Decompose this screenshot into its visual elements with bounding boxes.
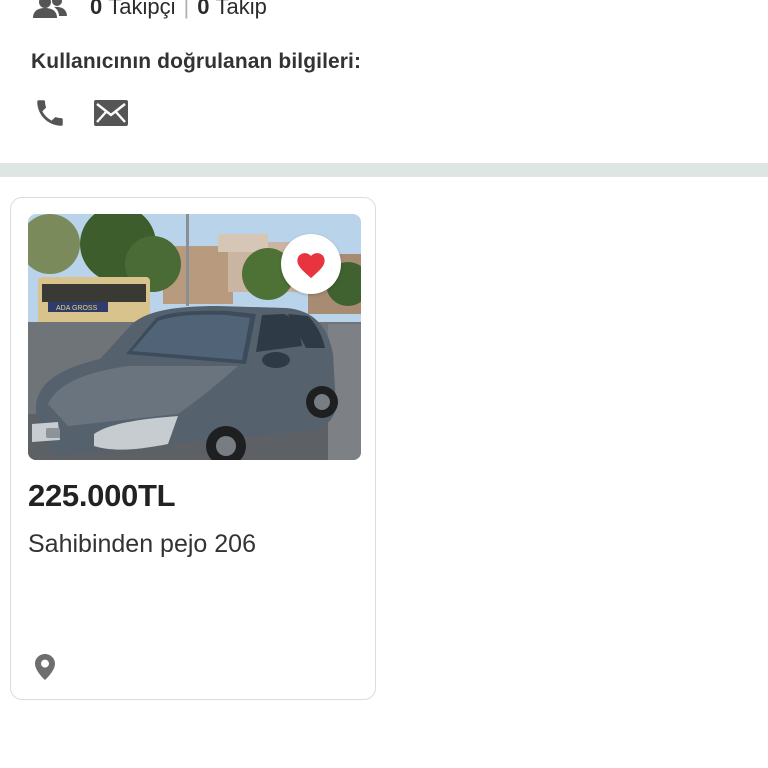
email-icon: [93, 99, 129, 127]
verified-info-icons: [33, 96, 155, 130]
followers-count: 0: [90, 0, 103, 19]
followers-label[interactable]: Takipçi: [108, 0, 175, 20]
section-divider: [0, 163, 768, 177]
users-icon: [32, 0, 68, 20]
following-count: 0: [197, 0, 210, 19]
following-label[interactable]: Takip: [215, 0, 266, 20]
listing-price: 225.000TL: [28, 478, 176, 513]
location-pin-icon: [33, 653, 57, 681]
phone-icon: [33, 96, 67, 130]
favorite-button[interactable]: [281, 234, 341, 294]
bus-sign-text: ADA GROSS: [56, 305, 98, 312]
listing-card[interactable]: ADA GROSS 225.000TL Sahibinden pejo 206: [10, 197, 376, 700]
heart-icon: [294, 249, 328, 279]
follow-stats-row: 0 Takipçi | 0 Takip: [32, 0, 267, 24]
follow-separator: |: [183, 0, 190, 19]
verified-info-heading: Kullanıcının doğrulanan bilgileri:: [31, 50, 362, 73]
listing-title[interactable]: Sahibinden pejo 206: [28, 530, 256, 559]
profile-listings-screen: 0 Takipçi | 0 Takip Kullanıcının doğrula…: [0, 0, 768, 768]
